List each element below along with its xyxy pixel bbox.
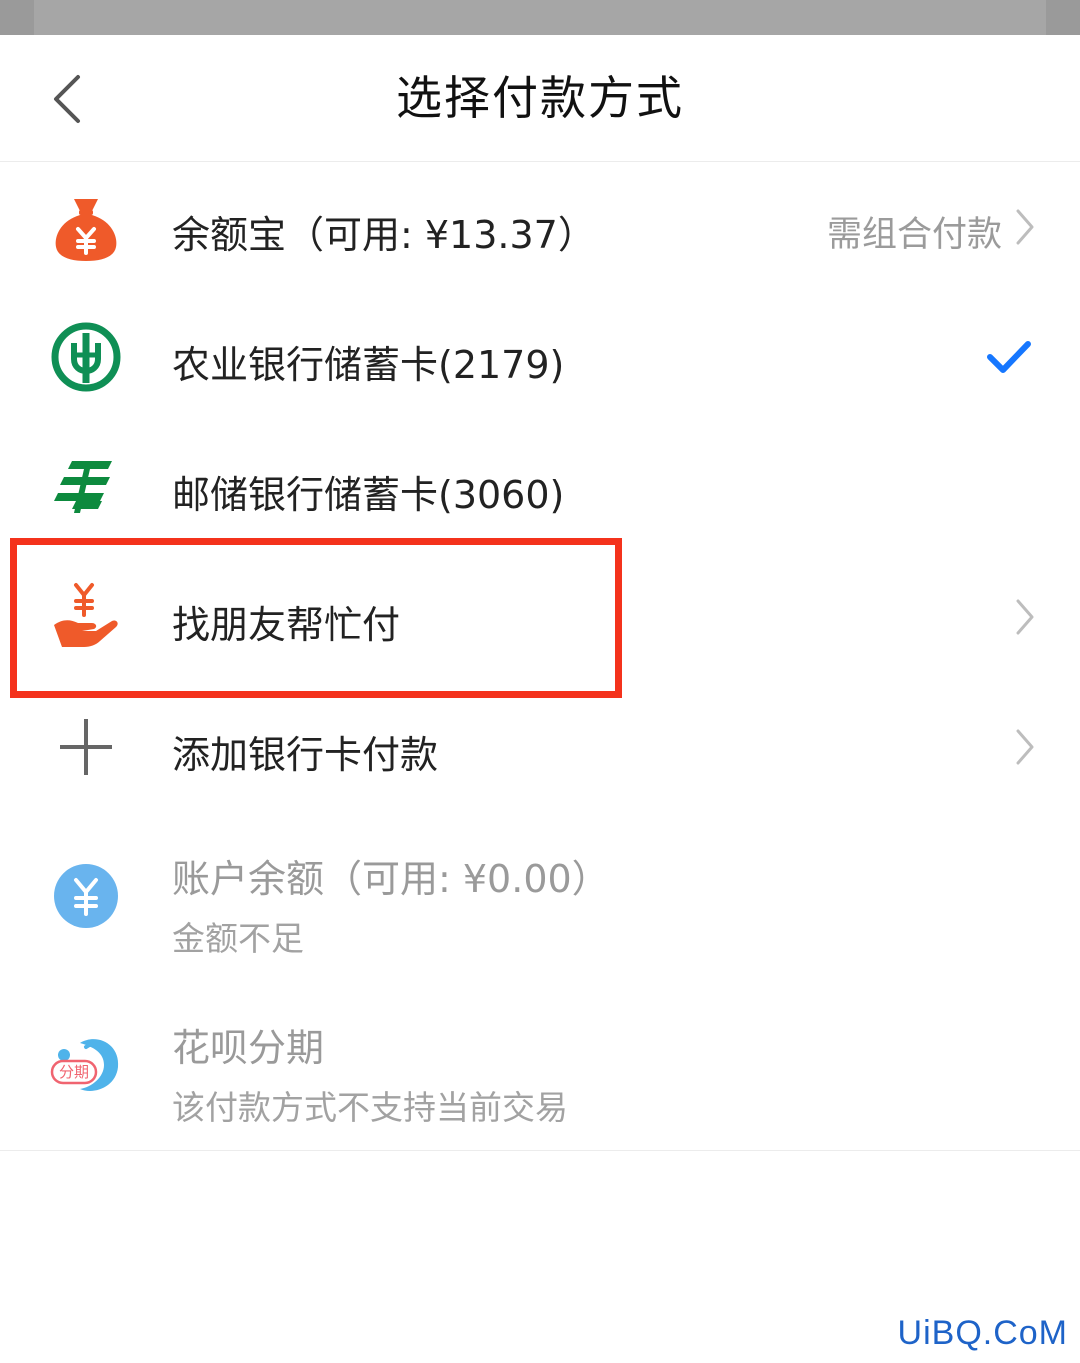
header-bar: 选择付款方式 — [0, 35, 1080, 162]
payment-option-psbc-bank[interactable]: 邮储银行储蓄卡(3060) — [0, 422, 1080, 553]
plus-icon — [50, 711, 122, 783]
chevron-right-icon — [1016, 729, 1034, 765]
watermark: UiBQ.CoM — [897, 1314, 1068, 1352]
payment-option-label: 邮储银行储蓄卡(3060) — [172, 473, 565, 517]
payment-option-ask-friend[interactable]: 找朋友帮忙付 — [0, 552, 1080, 683]
dimmed-backdrop-edge — [0, 0, 34, 35]
payment-option-abc-bank[interactable]: 农业银行储蓄卡(2179) — [0, 292, 1080, 423]
payment-option-account-balance: 账户余额（可用: ¥0.00） 金额不足 — [0, 812, 1080, 982]
payment-option-huabei-installment: 分期 花呗分期 该付款方式不支持当前交易 — [0, 981, 1080, 1151]
chevron-left-icon — [54, 75, 80, 123]
insufficient-balance-note: 金额不足 — [172, 919, 304, 958]
back-button[interactable] — [38, 63, 98, 133]
installment-badge-text: 分期 — [59, 1063, 89, 1081]
payment-option-add-card[interactable]: 添加银行卡付款 — [0, 682, 1080, 813]
payment-option-label: 账户余额（可用: ¥0.00） — [172, 857, 610, 901]
payment-option-label: 余额宝（可用: ¥13.37） — [172, 213, 596, 257]
combined-payment-hint: 需组合付款 — [826, 215, 1002, 255]
selected-check-icon — [987, 341, 1031, 373]
chevron-right-icon — [1016, 599, 1034, 635]
payment-method-screen: 选择付款方式 余额宝（可用: ¥13.37） 需组合付款 农业银行储蓄卡(217… — [0, 0, 1080, 1363]
hand-coin-icon — [50, 581, 122, 653]
yuan-circle-icon — [50, 860, 122, 932]
unsupported-note: 该付款方式不支持当前交易 — [172, 1088, 568, 1127]
dimmed-backdrop-edge — [1046, 0, 1080, 35]
payment-option-yuebao[interactable]: 余额宝（可用: ¥13.37） 需组合付款 — [0, 162, 1080, 293]
huabei-installment-icon: 分期 — [50, 1029, 122, 1101]
payment-option-label: 找朋友帮忙付 — [172, 603, 401, 647]
payment-option-label: 花呗分期 — [172, 1026, 325, 1070]
payment-option-label: 农业银行储蓄卡(2179) — [172, 343, 565, 387]
chevron-right-icon — [1016, 209, 1034, 245]
page-title: 选择付款方式 — [396, 71, 684, 125]
payment-option-label: 添加银行卡付款 — [172, 733, 439, 777]
psbc-bank-logo-icon — [50, 451, 122, 523]
abc-bank-logo-icon — [50, 321, 122, 393]
dimmed-backdrop — [0, 0, 1080, 35]
coin-bag-icon — [50, 191, 122, 263]
